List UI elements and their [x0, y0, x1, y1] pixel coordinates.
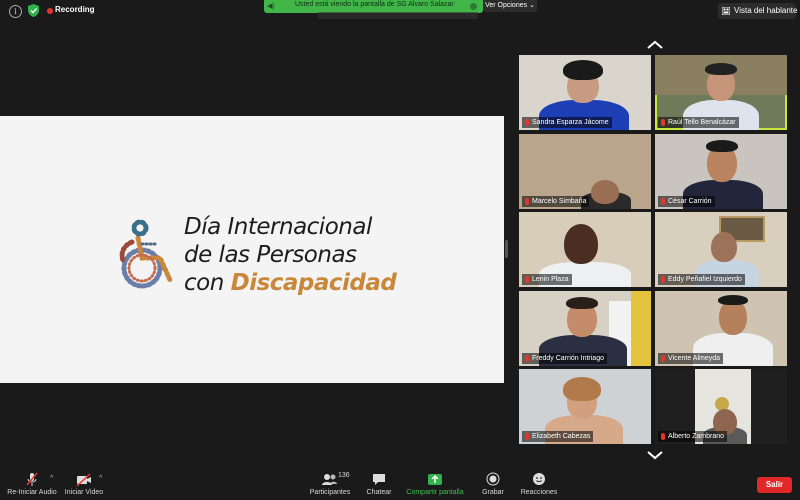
participant-name: Eddy Peñafiel Izquierdo — [658, 274, 745, 285]
banner-shadow — [318, 12, 478, 19]
view-options-label: Ver Opciones — [485, 2, 528, 9]
chevron-down-icon[interactable] — [646, 450, 664, 460]
participant-name-text: Vicente Almeyda — [668, 355, 721, 362]
participant-name: Lenin Plaza — [522, 274, 572, 285]
participants-icon — [322, 474, 337, 485]
splitter-handle[interactable] — [505, 240, 508, 258]
video-off-icon — [76, 473, 91, 487]
recording-label: Recording — [55, 5, 95, 14]
participant-name: Elizabeth Cabezas — [522, 431, 594, 442]
share-label: Compartir pantalla — [406, 489, 464, 496]
shared-title-line2: de las Personas — [184, 242, 357, 268]
meeting-toolbar: Re-Iniciar Audio ^ Iniciar Video ^ Parti… — [0, 470, 800, 500]
video-tile[interactable]: César Carrión — [655, 134, 787, 209]
video-tile[interactable]: Sandra Esparza Jácome — [519, 55, 651, 130]
record-label: Grabar — [482, 489, 504, 496]
view-options-button[interactable]: Ver Opciones ⌄ — [483, 0, 537, 12]
speaker-icon: ◀) — [267, 3, 275, 10]
mic-muted-icon — [525, 119, 529, 126]
mic-muted-icon — [661, 276, 665, 283]
reactions-label: Reacciones — [520, 489, 558, 496]
info-icon[interactable]: i — [9, 5, 22, 18]
participant-name: Alberto Zambrano — [658, 431, 728, 442]
mic-muted-icon — [661, 433, 665, 440]
chevron-up-icon[interactable] — [646, 40, 664, 50]
speaker-view-label: Vista del hablante — [734, 6, 798, 15]
video-tile[interactable]: Elizabeth Cabezas — [519, 369, 651, 444]
video-tile[interactable]: Eddy Peñafiel Izquierdo — [655, 212, 787, 287]
grid-view-icon — [722, 7, 730, 15]
chat-button[interactable]: Chatear — [364, 472, 394, 500]
participant-name-text: Marcelo Simbaña — [532, 198, 587, 205]
participant-name-text: César Carrión — [668, 198, 712, 205]
mic-muted-icon — [26, 472, 38, 486]
top-bar: i Recording ◀) Usted está viendo la pant… — [0, 0, 800, 22]
participant-name: César Carrión — [658, 196, 715, 207]
video-tile-active-speaker[interactable]: Raúl Tello Benalcázar — [655, 55, 787, 130]
share-screen-button[interactable]: Compartir pantalla — [404, 472, 466, 500]
mic-muted-icon — [525, 355, 529, 362]
participant-name: Raúl Tello Benalcázar — [658, 117, 739, 128]
record-icon — [486, 472, 500, 486]
video-tile[interactable]: Alberto Zambrano — [655, 369, 787, 444]
shared-screen[interactable]: Día Internacional de las Personas con Di… — [0, 116, 504, 383]
record-button[interactable]: Grabar — [478, 472, 508, 500]
mic-muted-icon — [525, 276, 529, 283]
video-options-caret[interactable]: ^ — [99, 475, 102, 482]
leave-meeting-button[interactable]: Salir — [757, 477, 792, 493]
participant-name: Vicente Almeyda — [658, 353, 724, 364]
chat-label: Chatear — [366, 489, 392, 496]
shared-title-line1: Día Internacional — [184, 214, 372, 240]
chat-icon — [373, 474, 385, 485]
participants-count: 136 — [338, 472, 350, 479]
wheelchair-logo-icon — [119, 219, 173, 289]
participant-name-text: Sandra Esparza Jácome — [532, 119, 609, 126]
video-label: Iniciar Video — [64, 489, 104, 496]
mic-muted-icon — [525, 433, 529, 440]
audio-label: Re-Iniciar Audio — [7, 489, 57, 496]
mic-muted-icon — [661, 198, 665, 205]
smiley-icon — [533, 473, 545, 485]
video-tile[interactable]: Marcelo Simbaña — [519, 134, 651, 209]
shield-check-icon[interactable] — [28, 4, 39, 17]
shared-title-highlight: Discapacidad — [230, 270, 397, 296]
participant-name-text: Lenin Plaza — [532, 276, 569, 283]
mic-muted-icon — [525, 198, 529, 205]
participant-name-text: Elizabeth Cabezas — [532, 433, 591, 440]
recording-dot-icon — [47, 8, 53, 14]
video-tile[interactable]: Freddy Carrión Intriago — [519, 291, 651, 366]
share-screen-icon — [428, 474, 442, 485]
participant-name: Freddy Carrión Intriago — [522, 353, 607, 364]
participant-name-text: Eddy Peñafiel Izquierdo — [668, 276, 742, 283]
participant-name-text: Raúl Tello Benalcázar — [668, 119, 736, 126]
reactions-button[interactable]: Reacciones — [518, 472, 560, 500]
speaker-view-button[interactable]: Vista del hablante — [718, 3, 798, 19]
participant-name-text: Freddy Carrión Intriago — [532, 355, 604, 362]
mic-muted-icon — [661, 119, 665, 126]
start-video-button[interactable]: Iniciar Video — [64, 472, 104, 500]
mic-muted-icon — [661, 355, 665, 362]
participants-label: Participantes — [309, 489, 351, 496]
stop-share-icon[interactable] — [470, 3, 477, 10]
share-banner-text: Usted está viendo la pantalla de SG Alva… — [295, 1, 454, 8]
shared-title-line3: con Discapacidad — [184, 270, 397, 296]
shared-title-prefix: con — [184, 270, 231, 296]
video-tile[interactable]: Lenin Plaza — [519, 212, 651, 287]
video-tile[interactable]: Vicente Almeyda — [655, 291, 787, 366]
participant-name-text: Alberto Zambrano — [668, 433, 725, 440]
participant-name: Marcelo Simbaña — [522, 196, 590, 207]
audio-options-caret[interactable]: ^ — [50, 475, 53, 482]
participant-name: Sandra Esparza Jácome — [522, 117, 612, 128]
